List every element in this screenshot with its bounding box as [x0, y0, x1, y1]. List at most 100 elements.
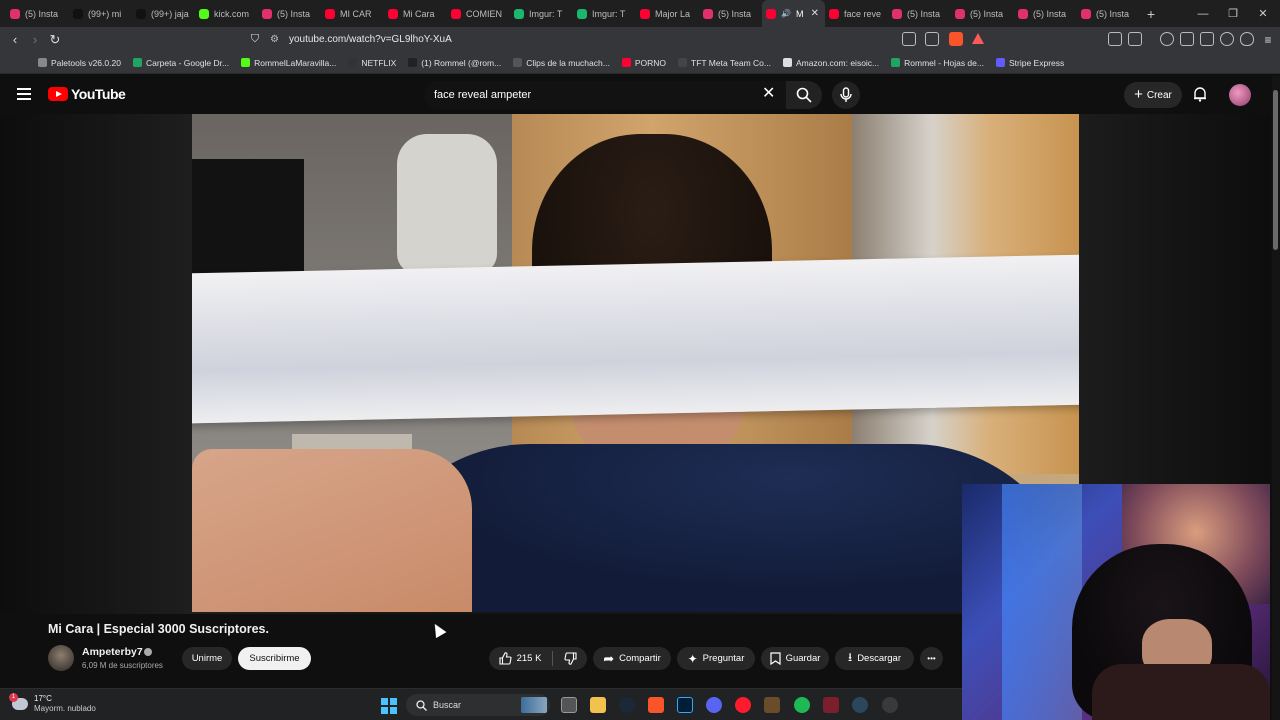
hamburger-menu-icon[interactable]: [17, 88, 31, 100]
youtube-play-icon: [48, 87, 68, 101]
browser-tab[interactable]: Imgur: T: [573, 0, 636, 27]
bookmark-item[interactable]: TFT Meta Team Co...: [678, 58, 771, 68]
window-close-button[interactable]: ✕: [1248, 0, 1278, 27]
browser-tab[interactable]: Major La: [636, 0, 699, 27]
tab-favicon-icon: [829, 8, 839, 19]
task-view-icon[interactable]: [561, 697, 577, 713]
browser-tab[interactable]: (5) Insta: [6, 0, 69, 27]
tab-close-icon[interactable]: ✕: [811, 8, 819, 19]
bookmark-item[interactable]: Amazon.com: eisoic...: [783, 58, 879, 68]
site-info-icon[interactable]: ⚙: [270, 34, 279, 45]
new-tab-button[interactable]: +: [1140, 6, 1162, 22]
brave-browser-icon[interactable]: [648, 697, 664, 713]
bookmark-item[interactable]: Clips de la muchach...: [513, 58, 610, 68]
search-highlight-icon[interactable]: [521, 697, 547, 713]
leo-ai-icon[interactable]: [1220, 32, 1234, 46]
download-button[interactable]: ⭳ Descargar: [835, 647, 914, 670]
screenshot-icon[interactable]: [1128, 32, 1142, 46]
browser-tab[interactable]: (5) Insta: [951, 0, 1014, 27]
bookmark-item[interactable]: NETFLIX: [348, 58, 396, 68]
share-icon[interactable]: [925, 32, 939, 46]
weather-widget[interactable]: 1 17°C Mayorm. nublado: [9, 693, 96, 714]
extensions-icon[interactable]: [1108, 32, 1122, 46]
browser-tab[interactable]: (5) Insta: [258, 0, 321, 27]
ask-button[interactable]: ✦ Preguntar: [677, 647, 755, 670]
discord-icon[interactable]: [706, 697, 722, 713]
scrollbar-thumb[interactable]: [1273, 90, 1278, 250]
browser-tab[interactable]: Imgur: T: [510, 0, 573, 27]
cloud-icon: 1: [9, 693, 28, 710]
back-button[interactable]: ‹: [5, 27, 25, 52]
tab-favicon-icon: [514, 8, 524, 19]
audio-playing-icon[interactable]: 🔊: [781, 9, 791, 18]
browser-tab[interactable]: COMIEN: [447, 0, 510, 27]
spotify-icon[interactable]: [794, 697, 810, 713]
steam-icon[interactable]: [619, 697, 635, 713]
sidebar-icon[interactable]: [1180, 32, 1194, 46]
reload-button[interactable]: ↻: [45, 27, 65, 52]
photoshop-icon[interactable]: [677, 697, 693, 713]
windows-start-icon[interactable]: [381, 698, 397, 714]
share-button[interactable]: ➦ Compartir: [593, 647, 671, 670]
forward-button[interactable]: ›: [25, 27, 45, 52]
media-icon[interactable]: [1160, 32, 1174, 46]
bookmark-item[interactable]: RommelLaMaravilla...: [241, 58, 336, 68]
account-avatar[interactable]: [1229, 84, 1251, 106]
opera-icon[interactable]: [735, 697, 751, 713]
save-button[interactable]: Guardar: [761, 647, 829, 670]
youtube-logo[interactable]: YouTube: [48, 86, 126, 102]
browser-menu-icon[interactable]: ≡: [1258, 27, 1278, 52]
browser-tab[interactable]: (5) Insta: [1077, 0, 1140, 27]
vpn-shield-icon[interactable]: [1240, 32, 1254, 46]
app-icon-brown[interactable]: [764, 697, 780, 713]
wallet-icon[interactable]: [1200, 32, 1214, 46]
brave-rewards-icon[interactable]: [972, 33, 984, 44]
tab-label: (5) Insta: [718, 8, 752, 19]
maximize-button[interactable]: ❐: [1218, 0, 1248, 27]
bookmark-item[interactable]: Paletools v26.0.20: [38, 58, 121, 68]
cast-icon[interactable]: [902, 32, 916, 46]
clear-search-icon[interactable]: ✕: [762, 86, 775, 102]
create-button[interactable]: + Crear: [1124, 82, 1182, 108]
browser-tab[interactable]: (5) Insta: [888, 0, 951, 27]
browser-tab[interactable]: face reve: [825, 0, 888, 27]
bookmark-item[interactable]: Rommel - Hojas de...: [891, 58, 984, 68]
url-field[interactable]: ⚙ youtube.com/watch?v=GL9lhoY-XuA: [270, 29, 990, 50]
voice-search-button[interactable]: [832, 81, 860, 109]
browser-tab[interactable]: Mi Cara: [384, 0, 447, 27]
like-button[interactable]: 215 K: [499, 652, 541, 665]
notifications-bell-icon[interactable]: [1192, 86, 1208, 102]
bookmark-item[interactable]: (1) Rommel (@rom...: [408, 58, 501, 68]
search-input[interactable]: face reveal ampeter: [424, 81, 786, 109]
bookmark-icon[interactable]: ⛉: [245, 27, 265, 52]
tab-label: COMIEN: [466, 8, 502, 19]
more-actions-button[interactable]: •••: [920, 647, 943, 670]
bookmark-item[interactable]: PORNO: [621, 58, 666, 68]
brave-shield-icon[interactable]: [949, 32, 963, 46]
search-button[interactable]: [786, 81, 822, 109]
settings-gear-icon[interactable]: [882, 697, 898, 713]
browser-tab[interactable]: (99+) jaja: [132, 0, 195, 27]
subscribe-button[interactable]: Suscribirme: [238, 647, 311, 670]
channel-avatar[interactable]: [48, 645, 74, 671]
video-player[interactable]: [192, 114, 1079, 612]
browser-tab[interactable]: kick.com: [195, 0, 258, 27]
dislike-button[interactable]: [564, 652, 577, 665]
minimize-button[interactable]: —: [1188, 0, 1218, 27]
join-button[interactable]: Unirme: [182, 647, 232, 670]
steam-client-icon[interactable]: [852, 697, 868, 713]
share-label: Compartir: [619, 653, 661, 664]
bookmark-item[interactable]: Stripe Express: [995, 58, 1064, 68]
browser-tab[interactable]: 🔊 M ✕: [762, 0, 825, 27]
browser-tab[interactable]: (5) Insta: [699, 0, 762, 27]
channel-name[interactable]: Ampeterby7: [82, 646, 143, 658]
share-arrow-icon: ➦: [603, 650, 615, 666]
weather-temperature: 17°C: [34, 694, 52, 703]
file-explorer-icon[interactable]: [590, 697, 606, 713]
browser-tab[interactable]: (99+) mi: [69, 0, 132, 27]
browser-tab[interactable]: (5) Insta: [1014, 0, 1077, 27]
browser-tab[interactable]: MI CAR: [321, 0, 384, 27]
bookmark-item[interactable]: Carpeta - Google Dr...: [132, 58, 229, 68]
bookmark-label: Paletools v26.0.20: [51, 57, 121, 68]
valorant-icon[interactable]: [823, 697, 839, 713]
